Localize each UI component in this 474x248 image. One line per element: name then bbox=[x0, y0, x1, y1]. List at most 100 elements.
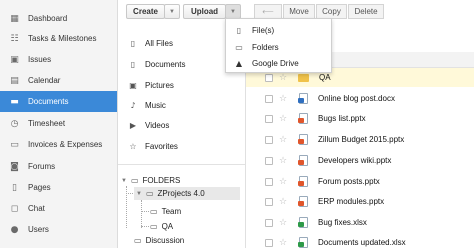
file-name[interactable]: Online blog post.docx bbox=[318, 94, 395, 103]
file-name[interactable]: ERP modules.pptx bbox=[318, 197, 384, 206]
tree-item-team[interactable]: ▭ Team bbox=[150, 205, 181, 218]
nav-item-dashboard[interactable]: ▦ Dashboard bbox=[0, 8, 117, 29]
folder-icon: ▭ bbox=[235, 42, 243, 52]
upload-menu: ▯ File(s) ▭ Folders ▲ Google Drive bbox=[225, 18, 332, 73]
row-checkbox[interactable] bbox=[265, 238, 273, 247]
star-icon[interactable]: ☆ bbox=[279, 73, 289, 83]
library-item-pictures[interactable]: ▣ Pictures bbox=[128, 77, 174, 93]
row-checkbox[interactable] bbox=[265, 218, 273, 227]
table-row[interactable]: ☆ Forum posts.pptx bbox=[246, 172, 474, 191]
library-item-documents[interactable]: ▯ Documents bbox=[128, 56, 186, 72]
copy-button[interactable]: Copy bbox=[316, 4, 347, 19]
upload-menu-item-files[interactable]: ▯ File(s) bbox=[226, 22, 331, 38]
upload-menu-item-google-drive[interactable]: ▲ Google Drive bbox=[226, 55, 331, 71]
nav-item-label: Documents bbox=[28, 97, 69, 106]
table-row[interactable]: ☆ Bugs list.pptx bbox=[246, 109, 474, 128]
row-checkbox[interactable] bbox=[265, 156, 273, 165]
nav-item-documents[interactable]: ▬ Documents bbox=[0, 91, 117, 112]
xlsx-file-icon bbox=[298, 237, 308, 248]
table-row[interactable]: ☆ Bug fixes.xlsx bbox=[246, 213, 474, 232]
star-icon[interactable]: ☆ bbox=[279, 114, 289, 124]
timesheet-icon: ◷ bbox=[10, 118, 19, 129]
folder-icon: ▭ bbox=[130, 176, 139, 185]
tree-connector bbox=[141, 211, 149, 212]
file-name[interactable]: Bug fixes.xlsx bbox=[318, 218, 367, 227]
file-name[interactable]: Documents updated.xlsx bbox=[318, 238, 406, 247]
tree-connector bbox=[141, 200, 142, 228]
tree-item-discussion[interactable]: ▭ Discussion bbox=[134, 234, 184, 247]
delete-button[interactable]: Delete bbox=[348, 4, 384, 19]
documents-icon: ▬ bbox=[10, 96, 19, 107]
upload-button[interactable]: Upload bbox=[183, 4, 226, 19]
nav-item-label: Calendar bbox=[28, 76, 61, 85]
tree-connector bbox=[126, 193, 133, 194]
nav-item-calendar[interactable]: ▤ Calendar bbox=[0, 70, 117, 91]
nav-item-issues[interactable]: ▣ Issues bbox=[0, 49, 117, 70]
create-caret-button[interactable]: ▼ bbox=[164, 4, 180, 19]
upload-menu-item-folders[interactable]: ▭ Folders bbox=[226, 39, 331, 55]
nav-item-label: Pages bbox=[28, 183, 51, 192]
expand-triangle-icon: ▼ bbox=[136, 190, 142, 197]
table-row[interactable]: ☆ Zillum Budget 2015.pptx bbox=[246, 130, 474, 149]
nav-item-forums[interactable]: ◙ Forums bbox=[0, 156, 117, 177]
pages-icon: ▯ bbox=[12, 182, 17, 193]
star-icon[interactable]: ☆ bbox=[279, 177, 289, 187]
row-checkbox[interactable] bbox=[265, 135, 273, 144]
nav-item-invoices[interactable]: ▭ Invoices & Expenses bbox=[0, 134, 117, 155]
pptx-file-icon bbox=[298, 155, 308, 166]
create-button[interactable]: Create bbox=[126, 4, 165, 19]
star-icon[interactable]: ☆ bbox=[279, 94, 289, 104]
library-item-music[interactable]: ♪ Music bbox=[128, 97, 165, 113]
file-name[interactable]: Bugs list.pptx bbox=[318, 114, 366, 123]
nav-item-label: Issues bbox=[28, 55, 52, 64]
table-row[interactable]: ☆ Documents updated.xlsx bbox=[246, 233, 474, 248]
file-name[interactable]: QA bbox=[319, 73, 331, 82]
folders-heading[interactable]: ▼ ▭ FOLDERS bbox=[121, 174, 180, 187]
nav-item-timesheet[interactable]: ◷ Timesheet bbox=[0, 113, 117, 134]
star-icon[interactable]: ☆ bbox=[279, 156, 289, 166]
main-nav: ▦ Dashboard ☷ Tasks & Milestones ▣ Issue… bbox=[0, 0, 118, 248]
row-checkbox[interactable] bbox=[265, 114, 273, 123]
chevron-down-icon: ▼ bbox=[230, 8, 236, 15]
row-checkbox[interactable] bbox=[265, 73, 273, 82]
file-name[interactable]: Developers wiki.pptx bbox=[318, 156, 391, 165]
tree-item-qa[interactable]: ▭ QA bbox=[150, 220, 173, 233]
library-item-favorites[interactable]: ☆ Favorites bbox=[128, 138, 178, 154]
star-icon[interactable]: ☆ bbox=[279, 197, 289, 207]
back-button[interactable]: ⟵ bbox=[254, 4, 282, 19]
row-checkbox[interactable] bbox=[265, 177, 273, 186]
library-item-all-files[interactable]: ▯ All Files bbox=[128, 35, 173, 51]
nav-item-label: Forums bbox=[28, 162, 56, 171]
chevron-down-icon: ▼ bbox=[169, 8, 175, 15]
table-row[interactable]: ☆ Online blog post.docx bbox=[246, 89, 474, 108]
star-icon[interactable]: ☆ bbox=[279, 135, 289, 145]
file-name[interactable]: Forum posts.pptx bbox=[318, 177, 380, 186]
expand-triangle-icon: ▼ bbox=[121, 177, 127, 184]
pptx-file-icon bbox=[298, 134, 308, 145]
table-row[interactable]: ☆ Developers wiki.pptx bbox=[246, 151, 474, 170]
nav-item-chat[interactable]: ◻ Chat bbox=[0, 198, 117, 219]
menu-item-label: Folders bbox=[252, 42, 279, 52]
nav-item-users[interactable]: ● Users bbox=[0, 219, 117, 240]
nav-item-label: Timesheet bbox=[28, 119, 66, 128]
file-name[interactable]: Zillum Budget 2015.pptx bbox=[318, 135, 404, 144]
nav-item-label: Invoices & Expenses bbox=[28, 140, 103, 149]
videos-icon: ▶ bbox=[129, 120, 137, 130]
row-checkbox[interactable] bbox=[265, 197, 273, 206]
nav-item-tasks[interactable]: ☷ Tasks & Milestones bbox=[0, 28, 117, 49]
all-files-icon: ▯ bbox=[130, 38, 136, 48]
library-item-label: Favorites bbox=[145, 141, 178, 151]
nav-item-label: Users bbox=[28, 225, 49, 234]
users-icon: ● bbox=[10, 224, 19, 235]
star-icon[interactable]: ☆ bbox=[279, 238, 289, 248]
upload-caret-button[interactable]: ▼ bbox=[225, 4, 241, 19]
star-icon[interactable]: ☆ bbox=[279, 218, 289, 228]
library-item-videos[interactable]: ▶ Videos bbox=[128, 117, 169, 133]
table-row[interactable]: ☆ ERP modules.pptx bbox=[246, 192, 474, 211]
nav-item-pages[interactable]: ▯ Pages bbox=[0, 177, 117, 198]
row-checkbox[interactable] bbox=[265, 94, 273, 103]
move-button[interactable]: Move bbox=[283, 4, 315, 19]
tree-item-zprojects[interactable]: ▼ ▭ ZProjects 4.0 bbox=[134, 187, 240, 200]
forums-icon: ◙ bbox=[10, 161, 19, 172]
google-drive-icon: ▲ bbox=[235, 58, 243, 68]
